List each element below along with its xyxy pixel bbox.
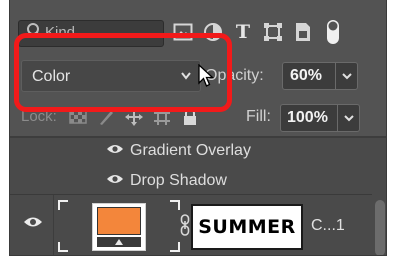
scrollbar-thumb[interactable] xyxy=(375,200,385,255)
fill-dropdown-button[interactable] xyxy=(337,105,359,131)
blend-mode-value: Color xyxy=(32,68,71,85)
filter-toggle-icon[interactable] xyxy=(322,20,344,44)
filter-kind-label: Kind xyxy=(45,24,76,41)
effect-label: Drop Shadow xyxy=(130,172,227,189)
lock-transparency-icon[interactable] xyxy=(68,107,88,127)
type-filter-icon[interactable]: T xyxy=(232,21,254,43)
image-filter-icon[interactable] xyxy=(172,21,194,43)
filter-kind-select[interactable]: Kind xyxy=(18,20,164,47)
opacity-field[interactable]: 60% xyxy=(282,62,358,90)
effect-label: Gradient Overlay xyxy=(130,142,251,159)
fill-field[interactable]: 100% xyxy=(280,104,360,132)
opacity-value: 60% xyxy=(290,67,323,84)
lock-icons xyxy=(68,107,200,127)
eye-icon[interactable] xyxy=(23,215,43,234)
lock-position-icon[interactable] xyxy=(124,107,144,127)
eye-icon[interactable] xyxy=(106,142,124,160)
filter-row: Kind T xyxy=(10,0,386,48)
smart-object-filter-icon[interactable] xyxy=(292,21,314,43)
mask-text: SUMMER xyxy=(198,216,296,238)
search-icon xyxy=(26,22,42,49)
fill-value: 100% xyxy=(287,109,328,126)
visibility-column-divider xyxy=(53,195,54,255)
mouse-cursor-icon xyxy=(198,63,215,93)
lock-pixels-icon[interactable] xyxy=(96,107,116,127)
filter-icons: T xyxy=(172,19,344,45)
color-swatch xyxy=(97,207,141,235)
adjustment-filter-icon[interactable] xyxy=(202,21,224,43)
slider-triangle-icon xyxy=(115,239,123,245)
effect-drop-shadow[interactable]: Drop Shadow xyxy=(106,169,227,193)
layer-row[interactable]: SUMMER C...1 xyxy=(10,194,386,255)
chevron-down-icon xyxy=(180,69,192,88)
opacity-dropdown-button[interactable] xyxy=(335,63,357,89)
effect-gradient-overlay[interactable]: Gradient Overlay xyxy=(106,139,251,163)
blend-mode-select[interactable]: Color xyxy=(21,60,201,92)
lock-artboard-icon[interactable] xyxy=(152,107,172,127)
layers-panel: Kind T Color Opacity: 60% Lock: Fill: 10… xyxy=(9,0,387,256)
fill-label: Fill: xyxy=(246,108,271,125)
effects-list: Gradient Overlay Drop Shadow xyxy=(10,138,386,194)
layer-name[interactable]: C...1 xyxy=(311,217,345,235)
link-icon[interactable] xyxy=(180,214,190,241)
eye-icon[interactable] xyxy=(106,172,124,190)
fill-layer-thumbnail[interactable] xyxy=(92,203,146,251)
lock-label: Lock: xyxy=(21,108,57,125)
lock-all-icon[interactable] xyxy=(180,107,200,127)
lock-row: Lock: Fill: 100% xyxy=(10,100,386,136)
shape-filter-icon[interactable] xyxy=(262,21,284,43)
layer-mask-thumbnail[interactable]: SUMMER xyxy=(191,204,303,250)
